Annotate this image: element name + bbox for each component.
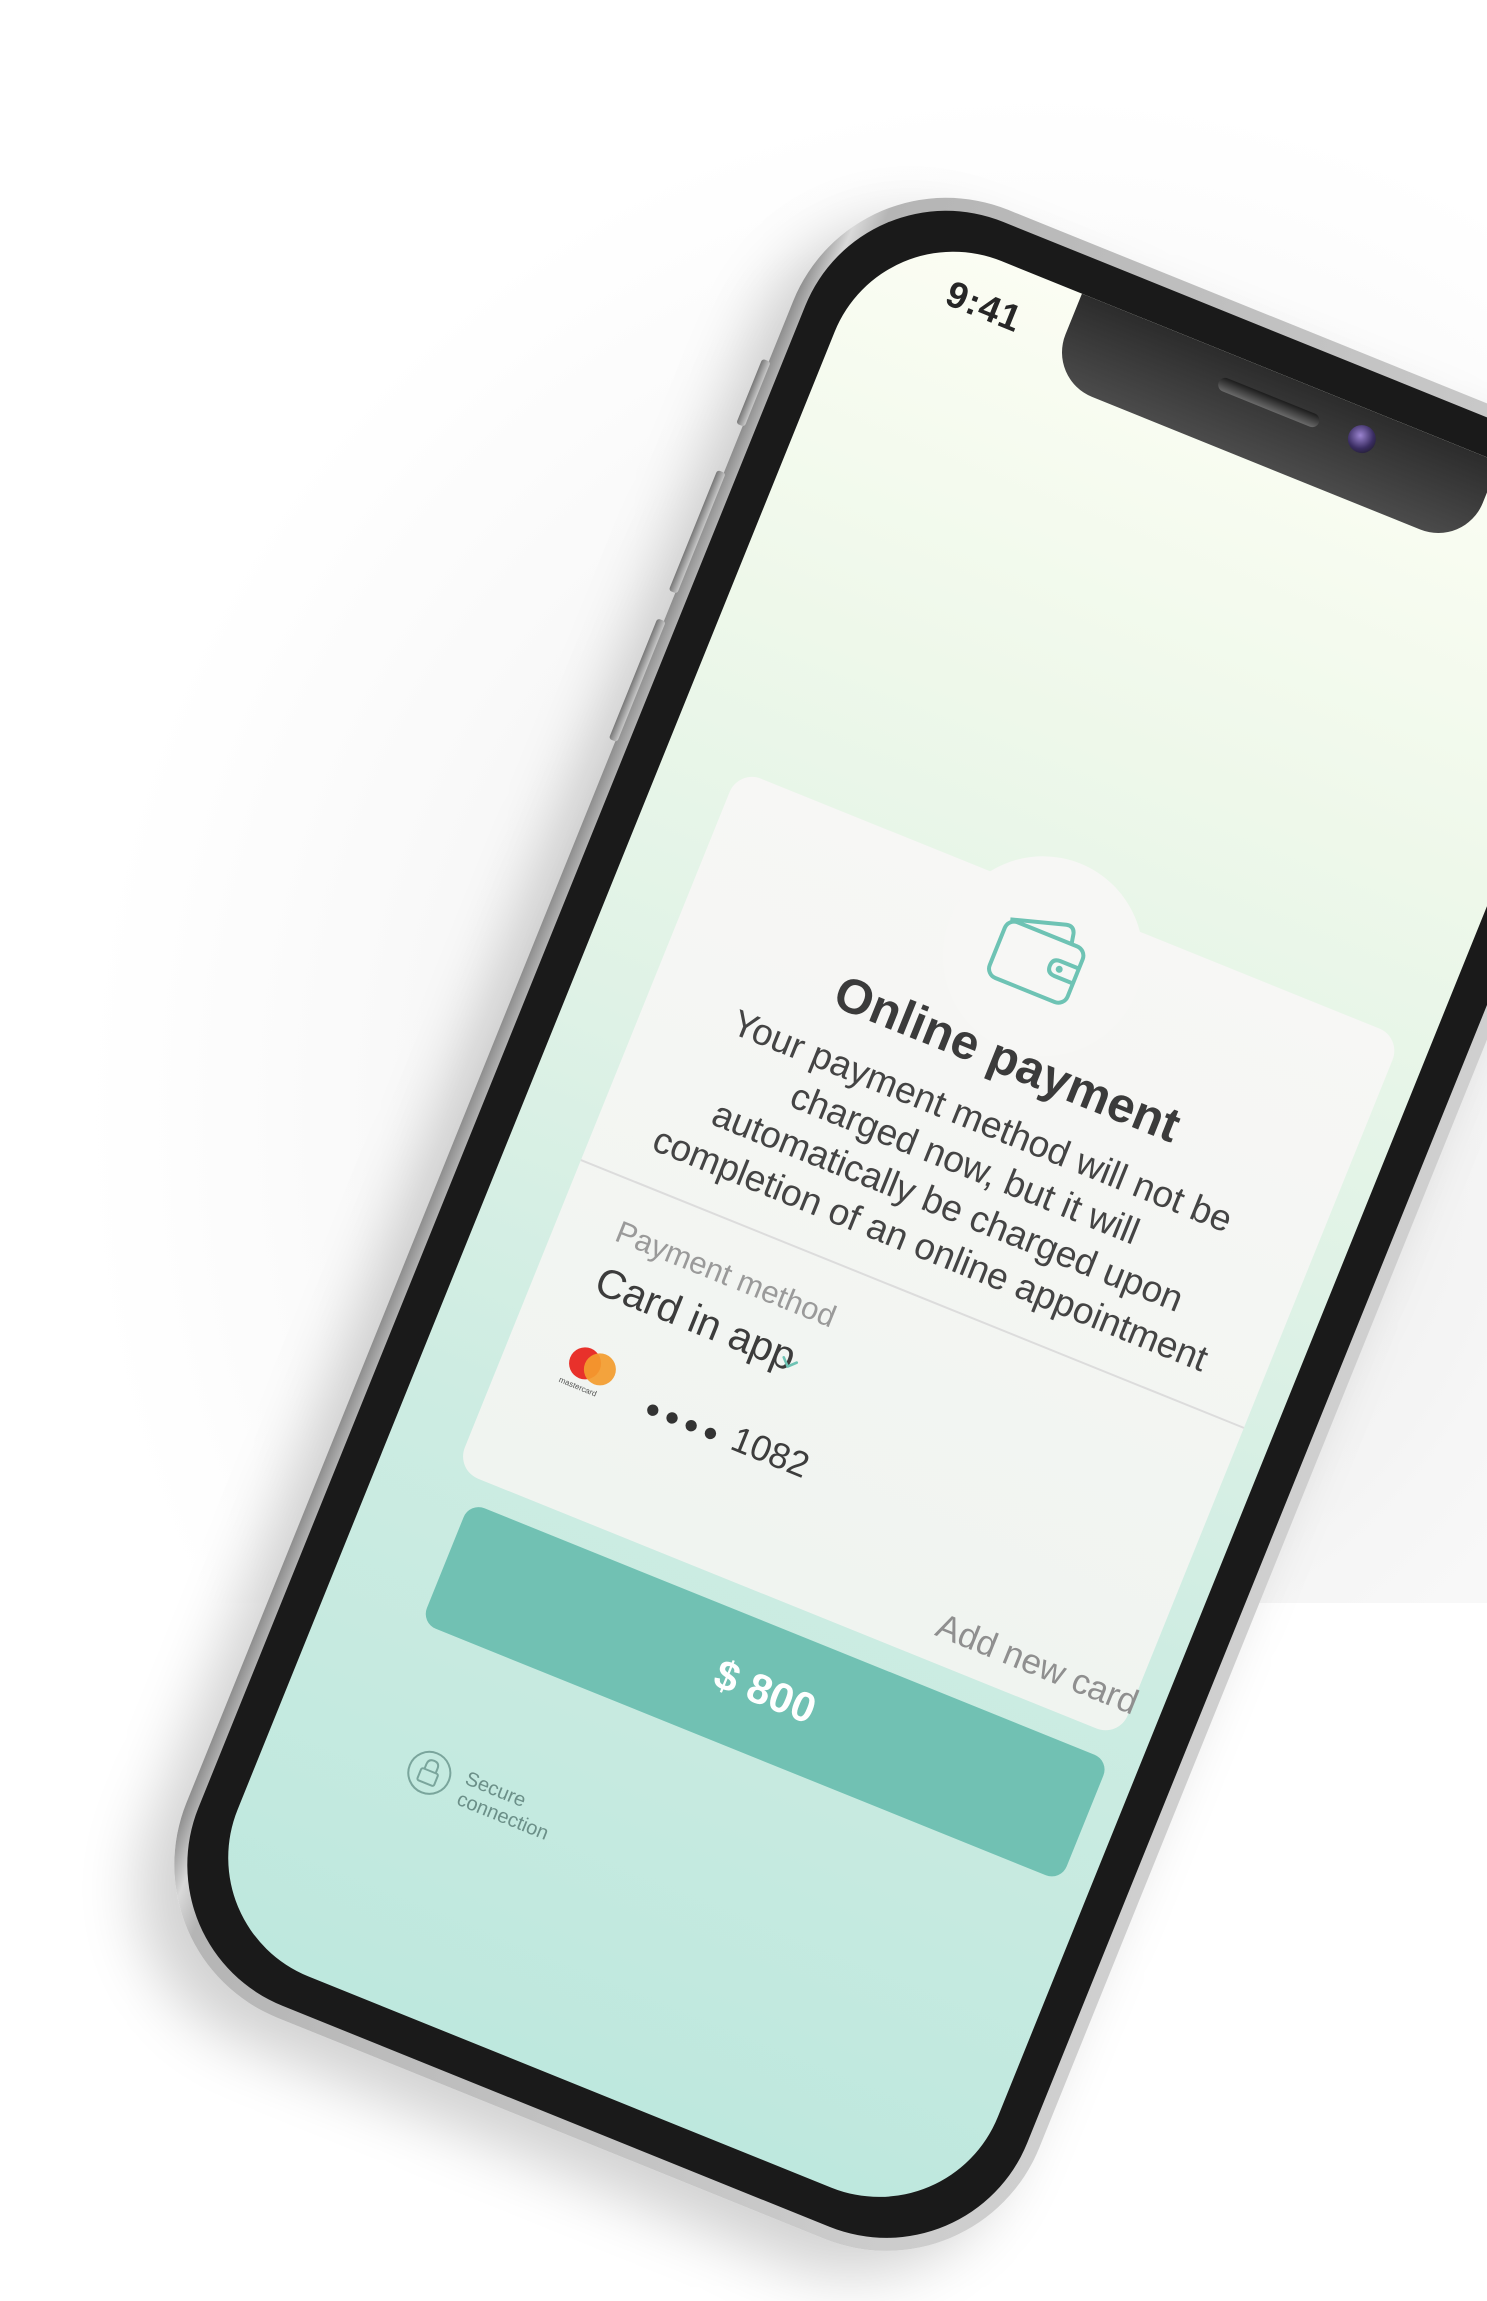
speaker-grille <box>1216 375 1322 430</box>
secure-connection: Secure connection <box>397 1742 552 1845</box>
secure-connection-label: Secure connection <box>453 1767 552 1845</box>
lock-icon <box>407 1750 452 1795</box>
status-time: 9:41 <box>940 272 1028 341</box>
front-camera <box>1343 420 1381 458</box>
